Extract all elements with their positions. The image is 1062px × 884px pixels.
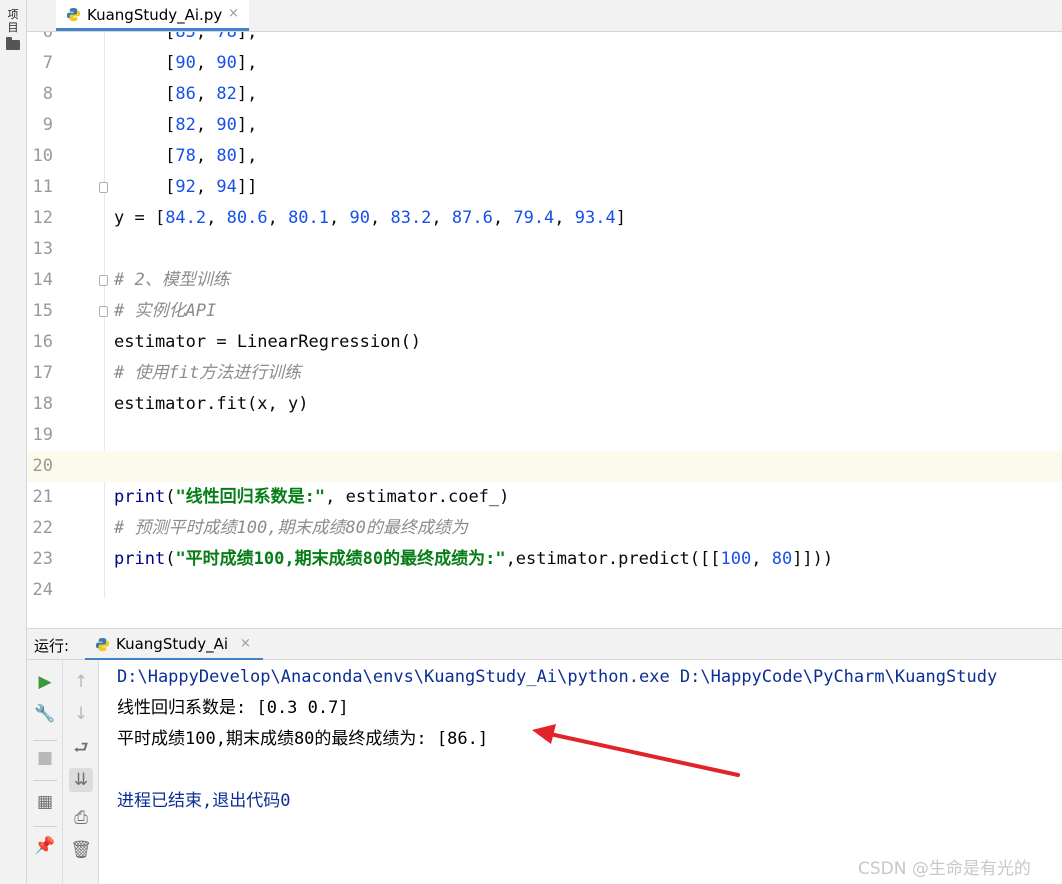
line-number: 12 xyxy=(32,208,53,228)
trash-icon[interactable]: 🗑 xyxy=(69,838,93,862)
code-editor[interactable]: 6 [85, 78], 7 [90, 90], 8 [86, 82], 9 [8… xyxy=(27,32,1062,598)
line-number: 18 xyxy=(32,394,53,414)
code-line: 17 # 使用fit方法进行训练 xyxy=(27,358,1062,389)
run-toolbar-primary: ▶ 🔧 ■ ▦ 📌 xyxy=(27,660,63,884)
line-number: 20 xyxy=(32,456,53,476)
stop-icon[interactable]: ■ xyxy=(33,746,57,770)
folder-icon[interactable] xyxy=(6,37,20,50)
pin-icon[interactable]: 📌 xyxy=(33,834,57,858)
project-tool-strip: 项目 xyxy=(0,0,27,884)
fold-marker-icon[interactable] xyxy=(99,306,108,317)
line-number: 13 xyxy=(32,239,53,259)
wrench-icon[interactable]: 🔧 xyxy=(33,702,57,726)
code-line: 24 xyxy=(27,575,1062,598)
code-line: 9 [82, 90], xyxy=(27,110,1062,141)
fold-marker-icon[interactable] xyxy=(99,182,108,193)
code-line: 12 y = [84.2, 80.6, 80.1, 90, 83.2, 87.6… xyxy=(27,203,1062,234)
run-toolbar-secondary: ↑ ↓ ⮐ ⇊ ⎙ 🗑 xyxy=(63,660,99,884)
line-number: 15 xyxy=(32,301,53,321)
close-icon[interactable]: × xyxy=(228,6,239,21)
run-tab-kuangstudy-ai[interactable]: KuangStudy_Ai × xyxy=(85,629,263,661)
down-arrow-icon[interactable]: ↓ xyxy=(69,702,93,726)
code-line: 13 xyxy=(27,234,1062,265)
annotation-arrow-icon xyxy=(532,724,740,777)
run-tool-window-header: 运行: KuangStudy_Ai × xyxy=(27,628,1062,661)
run-title: 运行: xyxy=(34,637,70,655)
soft-wrap-icon[interactable]: ⮐ xyxy=(69,736,93,760)
scroll-to-end-icon[interactable]: ⇊ xyxy=(69,768,93,792)
line-number: 11 xyxy=(32,177,53,197)
editor-tab-bar: KuangStudy_Ai.py × xyxy=(27,0,1062,32)
line-number: 22 xyxy=(32,518,53,538)
current-code-line: 20 xyxy=(27,451,1062,482)
code-line: 11 [92, 94]] xyxy=(27,172,1062,203)
code-line: 22 # 预测平时成绩100,期末成绩80的最终成绩为 xyxy=(27,513,1062,544)
line-number: 7 xyxy=(42,53,53,73)
fold-marker-icon[interactable] xyxy=(99,275,108,286)
watermark: CSDN @生命是有光的 xyxy=(858,859,1031,879)
python-file-icon xyxy=(66,7,81,22)
code-line: 7 [90, 90], xyxy=(27,48,1062,79)
console-command-line: D:\HappyDevelop\Anaconda\envs\KuangStudy… xyxy=(117,667,998,687)
line-number: 19 xyxy=(32,425,53,445)
code-line: 14 # 2、模型训练 xyxy=(27,265,1062,296)
line-number: 9 xyxy=(42,115,53,135)
code-line: 16 estimator = LinearRegression() xyxy=(27,327,1062,358)
console-exit-message: 进程已结束,退出代码0 xyxy=(117,791,291,811)
code-line: 15 # 实例化API xyxy=(27,296,1062,327)
line-number: 24 xyxy=(32,580,53,598)
line-number: 10 xyxy=(32,146,53,166)
code-line: 18 estimator.fit(x, y) xyxy=(27,389,1062,420)
python-icon xyxy=(95,637,110,652)
line-number: 21 xyxy=(32,487,53,507)
console-output-line: 平时成绩100,期末成绩80的最终成绩为: [86.] xyxy=(117,729,489,749)
line-number: 17 xyxy=(32,363,53,383)
line-number: 16 xyxy=(32,332,53,352)
line-number: 8 xyxy=(42,84,53,104)
line-number: 23 xyxy=(32,549,53,569)
run-tab-label: KuangStudy_Ai xyxy=(116,635,229,653)
project-tool-button[interactable]: 项目 xyxy=(6,8,20,34)
code-line: 6 [85, 78], xyxy=(27,32,1062,48)
code-line: 8 [86, 82], xyxy=(27,79,1062,110)
line-number: 14 xyxy=(32,270,53,290)
editor-tab-label: KuangStudy_Ai.py xyxy=(87,6,223,24)
layout-icon[interactable]: ▦ xyxy=(33,790,57,814)
close-icon[interactable]: × xyxy=(240,636,251,651)
line-number: 6 xyxy=(42,32,53,42)
run-icon[interactable]: ▶ xyxy=(33,670,57,694)
code-line: 21 print("线性回归系数是:", estimator.coef_) xyxy=(27,482,1062,513)
up-arrow-icon[interactable]: ↑ xyxy=(69,670,93,694)
code-line: 23 print("平时成绩100,期末成绩80的最终成绩为:",estimat… xyxy=(27,544,1062,575)
print-icon[interactable]: ⎙ xyxy=(69,806,93,830)
code-line: 19 xyxy=(27,420,1062,451)
code-line: 10 [78, 80], xyxy=(27,141,1062,172)
console-output-line: 线性回归系数是: [0.3 0.7] xyxy=(117,698,349,718)
editor-tab-kuangstudy-ai[interactable]: KuangStudy_Ai.py × xyxy=(56,0,249,31)
